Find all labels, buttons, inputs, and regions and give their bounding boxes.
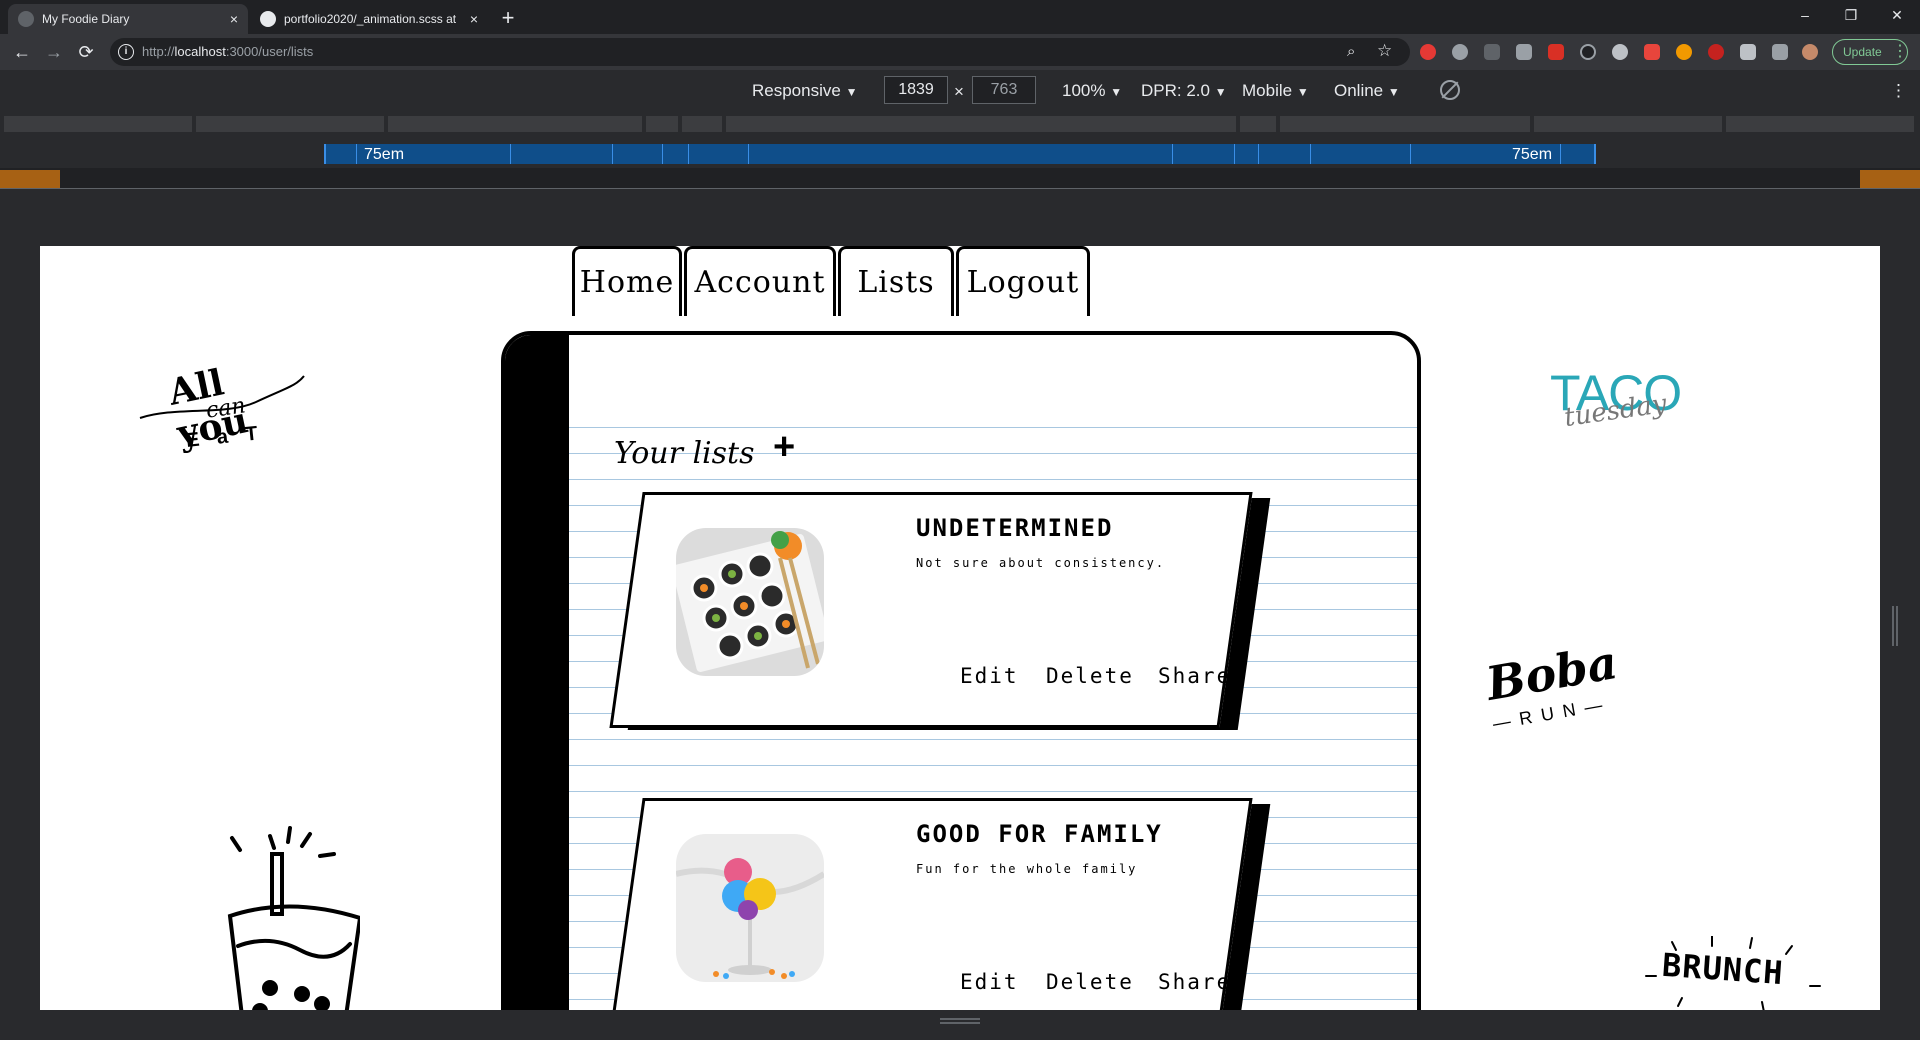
device-select[interactable]: Responsive ▼: [752, 81, 857, 101]
media-query-segment[interactable]: [1726, 116, 1914, 132]
list-card[interactable]: UNDETERMINED Not sure about consistency.…: [609, 492, 1271, 732]
width-input[interactable]: 1839: [884, 76, 948, 104]
add-list-icon[interactable]: +: [773, 426, 795, 469]
delete-button[interactable]: Delete: [1046, 664, 1134, 688]
extension-icon[interactable]: [1484, 44, 1500, 60]
list-thumbnail: [676, 528, 824, 676]
new-tab-button[interactable]: +: [494, 5, 522, 33]
extension-icon[interactable]: [1708, 44, 1724, 60]
tab-title: My Foodie Diary: [42, 12, 130, 26]
media-icon[interactable]: [1772, 44, 1788, 60]
close-tab-icon[interactable]: ×: [230, 11, 238, 27]
media-query-bar-max-width: 75em 75em: [0, 140, 1920, 168]
avatar[interactable]: [1802, 44, 1818, 60]
extension-icon[interactable]: [1644, 44, 1660, 60]
close-tab-icon[interactable]: ×: [470, 11, 478, 27]
tab-strip: My Foodie Diary × portfolio2020/_animati…: [0, 0, 1920, 34]
nav-tab-logout[interactable]: Logout: [956, 246, 1090, 316]
zoom-icon[interactable]: ⌕: [1347, 43, 1355, 60]
address-bar[interactable]: i http://localhost:3000/user/lists ⌕ ☆: [110, 38, 1410, 66]
list-title: UNDETERMINED: [916, 514, 1114, 542]
nav-tab-account[interactable]: Account: [684, 246, 836, 316]
list-card[interactable]: GOOD FOR FAMILY Fun for the whole family…: [609, 798, 1271, 1010]
share-button[interactable]: Share: [1158, 970, 1231, 994]
back-button[interactable]: ←: [10, 40, 34, 64]
browser-toolbar: ← → ⟳ i http://localhost:3000/user/lists…: [0, 34, 1920, 70]
nav-tab-lists[interactable]: Lists: [838, 246, 954, 316]
media-query-segment[interactable]: [1534, 116, 1722, 132]
puzzle-icon[interactable]: [1740, 44, 1756, 60]
extension-icon[interactable]: [1548, 44, 1564, 60]
tab-portfolio[interactable]: portfolio2020/_animation.scss at ×: [250, 4, 488, 34]
media-query-marker[interactable]: [1860, 170, 1920, 188]
media-query-range[interactable]: 75em 75em: [324, 144, 1596, 164]
nav-tab-home[interactable]: Home: [572, 246, 682, 316]
media-query-segment[interactable]: [1280, 116, 1530, 132]
close-window-button[interactable]: ✕: [1874, 0, 1920, 30]
menu-icon[interactable]: ⋮: [1892, 40, 1908, 64]
extension-icon[interactable]: [1612, 44, 1628, 60]
site-info-icon[interactable]: i: [118, 44, 134, 60]
rotate-icon[interactable]: [1440, 80, 1460, 100]
tab-title: portfolio2020/_animation.scss at: [284, 12, 457, 26]
media-query-label: 75em: [364, 146, 405, 163]
taco-tuesday-doodle: TACO tuesday: [1550, 365, 1682, 434]
reload-button[interactable]: ⟳: [74, 40, 98, 64]
edit-button[interactable]: Edit: [960, 970, 1019, 994]
viewport-resize-handle-bottom[interactable]: [940, 1018, 980, 1024]
edit-button[interactable]: Edit: [960, 664, 1019, 688]
viewport-resize-handle-right[interactable]: [1892, 606, 1898, 646]
media-query-segment[interactable]: [4, 116, 192, 132]
media-query-marker[interactable]: [0, 170, 60, 188]
globe-icon: [18, 11, 34, 27]
dpr-select[interactable]: DPR: 2.0 ▼: [1141, 81, 1227, 101]
notebook-spine: [505, 335, 569, 1010]
restore-button[interactable]: ❐: [1828, 0, 1874, 30]
page-viewport: All you can E a T TACO tuesday Boba — R …: [40, 246, 1880, 1010]
media-query-segment[interactable]: [196, 116, 384, 132]
list-thumbnail: [676, 834, 824, 982]
github-icon: [260, 11, 276, 27]
forward-button[interactable]: →: [42, 40, 66, 64]
more-options-icon[interactable]: ⋮: [1890, 81, 1907, 101]
minimize-button[interactable]: –: [1782, 0, 1828, 30]
boba-run-doodle: Boba — R U N —: [1482, 634, 1622, 734]
media-query-bar: [0, 110, 1920, 140]
media-query-label: 75em: [1512, 146, 1553, 163]
extension-icon[interactable]: [1580, 44, 1596, 60]
brunch-doodle: BRUNCH: [1642, 936, 1822, 1010]
boba-cup-doodle: [210, 826, 363, 1010]
media-query-segment[interactable]: [726, 116, 1236, 132]
share-button[interactable]: Share: [1158, 664, 1231, 688]
media-query-segment[interactable]: [682, 116, 722, 132]
media-query-segment[interactable]: [646, 116, 678, 132]
url-text: http://localhost:3000/user/lists: [142, 44, 314, 59]
extension-icon[interactable]: [1676, 44, 1692, 60]
height-input[interactable]: 763: [972, 76, 1036, 104]
camera-icon[interactable]: [1516, 44, 1532, 60]
network-select[interactable]: Online ▼: [1334, 81, 1400, 101]
media-query-segment[interactable]: [1240, 116, 1276, 132]
delete-button[interactable]: Delete: [1046, 970, 1134, 994]
mode-select[interactable]: Mobile ▼: [1242, 81, 1309, 101]
device-toolbar: Responsive ▼ 1839 × 763 100% ▼ DPR: 2.0 …: [0, 70, 1920, 110]
star-icon[interactable]: ☆: [1377, 41, 1392, 61]
extension-icon[interactable]: [1420, 44, 1436, 60]
list-description: Not sure about consistency.: [916, 556, 1166, 570]
zoom-select[interactable]: 100% ▼: [1062, 81, 1122, 101]
tab-my-foodie-diary[interactable]: My Foodie Diary ×: [8, 4, 248, 34]
media-query-segment[interactable]: [388, 116, 642, 132]
extension-icon[interactable]: [1452, 44, 1468, 60]
list-description: Fun for the whole family: [916, 862, 1138, 876]
page-title: Your lists: [614, 436, 755, 471]
all-you-can-eat-doodle: All you can E a T: [136, 346, 306, 466]
list-title: GOOD FOR FAMILY: [916, 820, 1163, 848]
times-sign: ×: [954, 82, 964, 101]
